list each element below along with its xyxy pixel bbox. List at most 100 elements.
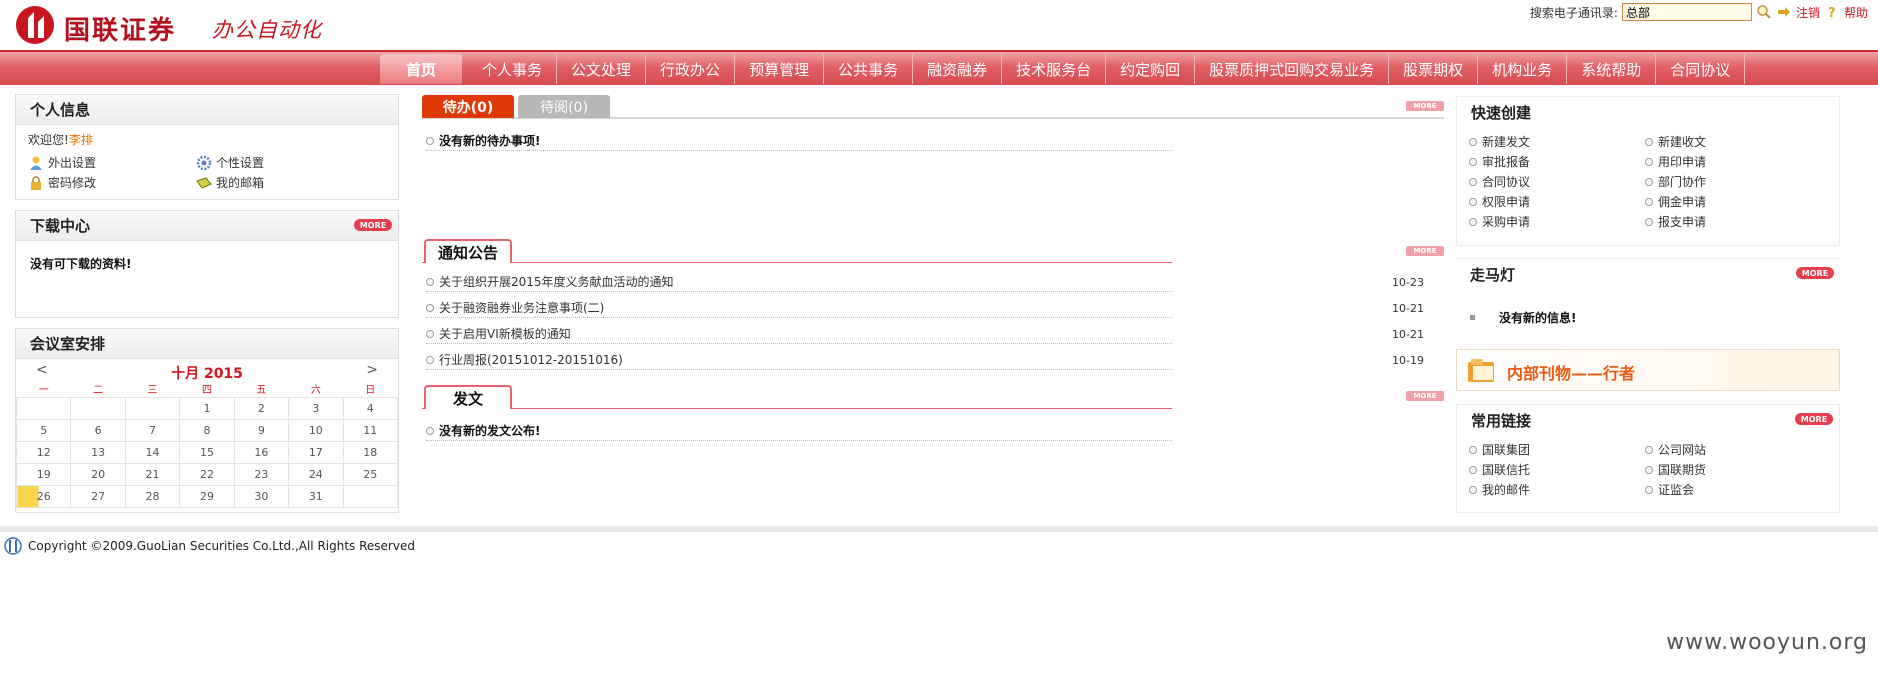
nav-document-processing[interactable]: 公文处理 [557, 54, 647, 84]
nav-system-help[interactable]: 系统帮助 [1567, 54, 1657, 84]
preferences-link[interactable]: 个性设置 [196, 154, 264, 171]
calendar-day[interactable]: 3 [288, 396, 344, 420]
calendar-day[interactable]: 4 [342, 396, 399, 420]
notice-item[interactable]: 关于融资融券业务注意事项(二) [426, 298, 1172, 318]
nav-repurchase[interactable]: 约定购回 [1106, 54, 1196, 84]
calendar-day[interactable]: 9 [233, 418, 290, 442]
nav-tech-service[interactable]: 技术服务台 [1002, 54, 1107, 84]
notice-item[interactable]: 关于启用VI新模板的通知 [426, 324, 1172, 344]
marquee-more-button[interactable]: MORE [1796, 267, 1834, 279]
download-more-button[interactable]: MORE [354, 219, 392, 231]
calendar-day[interactable]: 1 [179, 396, 235, 420]
calendar-day[interactable]: 16 [233, 440, 290, 464]
panel-title-row: 走马灯 MORE [1456, 259, 1840, 289]
download-center-panel: 下载中心 MORE 没有可下载的资料! [15, 210, 399, 318]
calendar-day[interactable]: 21 [124, 462, 181, 486]
calendar-day-today[interactable]: 26 [15, 484, 72, 508]
link-item[interactable]: 我的邮件 [1469, 481, 1530, 498]
internal-magazine-banner[interactable]: 内部刊物——行者 [1456, 349, 1840, 391]
link-item[interactable]: 公司网站 [1645, 441, 1706, 458]
quick-create-item[interactable]: 用印申请 [1645, 153, 1706, 170]
links-more-button[interactable]: MORE [1795, 413, 1833, 425]
quick-create-item[interactable]: 权限申请 [1469, 193, 1530, 210]
link-item[interactable]: 国联集团 [1469, 441, 1530, 458]
link-item[interactable]: 国联信托 [1469, 461, 1530, 478]
docs-more-button[interactable]: MORE [1406, 391, 1444, 401]
tab-toread[interactable]: 待阅(0) [518, 95, 610, 118]
calendar-day[interactable]: 31 [288, 484, 344, 508]
help-link[interactable]: 帮助 [1844, 4, 1868, 21]
bullet-icon [1645, 137, 1653, 146]
calendar-day[interactable]: 15 [179, 440, 235, 464]
nav-margin-trading[interactable]: 融资融券 [913, 54, 1003, 84]
calendar-day[interactable]: 24 [288, 462, 344, 486]
quick-create-item[interactable]: 报支申请 [1645, 213, 1706, 230]
bullet-icon [426, 277, 434, 286]
quick-create-item[interactable]: 合同协议 [1469, 173, 1530, 190]
calendar-day[interactable]: 11 [342, 418, 399, 442]
quick-create-panel: 快速创建 新建发文 新建收文 审批报备 用印申请 合同协议 部门协作 权限申请 … [1456, 96, 1840, 246]
away-settings-label: 外出设置 [48, 156, 97, 170]
my-mailbox-label: 我的邮箱 [216, 176, 265, 190]
nav-budget[interactable]: 预算管理 [735, 54, 825, 84]
calendar-day[interactable]: 17 [288, 440, 344, 464]
calendar-day[interactable]: 13 [70, 440, 126, 464]
nav-public-affairs[interactable]: 公共事务 [824, 54, 914, 84]
calendar-day[interactable]: 2 [233, 396, 290, 420]
nav-stock-pledge[interactable]: 股票质押式回购交易业务 [1195, 54, 1390, 84]
nav-home[interactable]: 首页 [380, 54, 463, 84]
search-icon[interactable] [1756, 4, 1772, 20]
link-item[interactable]: 国联期货 [1645, 461, 1706, 478]
calendar-day[interactable]: 18 [342, 440, 399, 464]
bullet-icon [426, 329, 434, 338]
calendar-day[interactable]: 19 [15, 462, 72, 486]
bullet-icon [1469, 445, 1477, 454]
calendar-day[interactable]: 12 [15, 440, 72, 464]
tab-todo[interactable]: 待办(0) [422, 95, 514, 118]
calendar-day[interactable]: 27 [70, 484, 126, 508]
nav-contracts[interactable]: 合同协议 [1656, 54, 1746, 84]
calendar-day[interactable]: 10 [288, 418, 344, 442]
calendar-day[interactable]: 14 [124, 440, 181, 464]
link-item[interactable]: 证监会 [1645, 481, 1694, 498]
calendar-day[interactable]: 8 [179, 418, 235, 442]
nav-admin-office[interactable]: 行政办公 [646, 54, 736, 84]
calendar-day[interactable]: 23 [233, 462, 290, 486]
calendar-day[interactable]: 30 [233, 484, 290, 508]
bullet-icon [1645, 177, 1653, 186]
notice-item[interactable]: 行业周报(20151012-20151016) [426, 350, 1172, 370]
quick-create-item[interactable]: 审批报备 [1469, 153, 1530, 170]
calendar-day[interactable]: 5 [15, 418, 72, 442]
calendar-day[interactable]: 28 [124, 484, 181, 508]
weekday-label: 六 [310, 385, 321, 397]
nav-personal-affairs[interactable]: 个人事务 [468, 54, 558, 84]
quick-create-label: 权限申请 [1482, 195, 1531, 209]
calendar-day[interactable]: 20 [70, 462, 126, 486]
quick-create-item[interactable]: 部门协作 [1645, 173, 1706, 190]
calendar-day[interactable]: 25 [342, 462, 399, 486]
away-settings-link[interactable]: 外出设置 [28, 154, 96, 171]
logout-link[interactable]: 注销 [1796, 4, 1820, 21]
notice-item[interactable]: 关于组织开展2015年度义务献血活动的通知 [426, 272, 1172, 292]
tasks-more-button[interactable]: MORE [1406, 101, 1444, 111]
link-label: 公司网站 [1658, 443, 1707, 457]
quick-create-item[interactable]: 新建收文 [1645, 133, 1706, 150]
quick-create-item[interactable]: 采购申请 [1469, 213, 1530, 230]
nav-institutional[interactable]: 机构业务 [1478, 54, 1568, 84]
bullet-icon [1469, 177, 1477, 186]
square-bullet-icon [1470, 315, 1475, 320]
calendar-day [342, 484, 399, 508]
quick-create-item[interactable]: 佣金申请 [1645, 193, 1706, 210]
notice-more-button[interactable]: MORE [1406, 246, 1444, 256]
bullet-icon [1469, 485, 1477, 494]
quick-create-item[interactable]: 新建发文 [1469, 133, 1530, 150]
search-input[interactable] [1621, 3, 1752, 21]
calendar-day[interactable]: 7 [124, 418, 181, 442]
nav-stock-options[interactable]: 股票期权 [1389, 54, 1479, 84]
calendar-day[interactable]: 29 [179, 484, 235, 508]
next-month-button[interactable]: > [366, 362, 378, 378]
calendar-day[interactable]: 6 [70, 418, 126, 442]
my-mailbox-link[interactable]: 我的邮箱 [196, 174, 264, 191]
calendar-day[interactable]: 22 [179, 462, 235, 486]
change-password-link[interactable]: 密码修改 [28, 174, 96, 191]
